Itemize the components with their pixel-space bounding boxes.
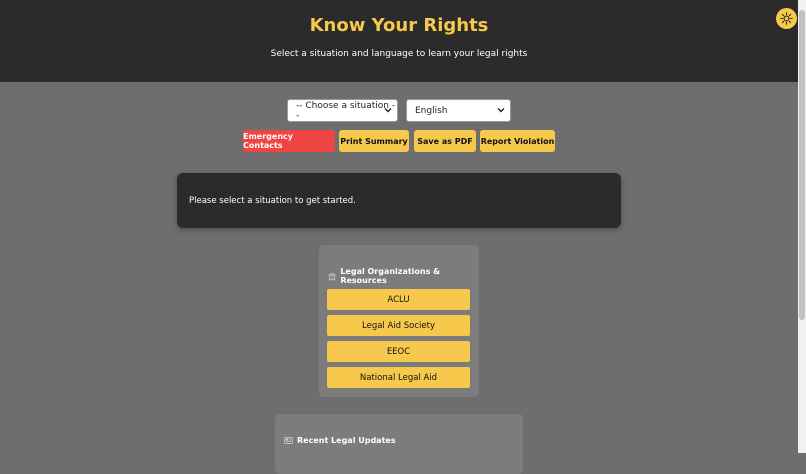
- scrollbar-thumb[interactable]: [799, 10, 805, 320]
- language-select[interactable]: English: [406, 99, 511, 122]
- organizations-heading: Legal Organizations & Resources: [328, 267, 478, 285]
- report-violation-button[interactable]: Report Violation: [480, 130, 555, 152]
- emergency-contacts-button[interactable]: Emergency Contacts: [243, 130, 335, 152]
- updates-heading: Recent Legal Updates: [284, 436, 396, 445]
- legal-updates-panel: Recent Legal Updates: [275, 414, 523, 474]
- page-subtitle: Select a situation and language to learn…: [270, 49, 528, 59]
- page-title: Know Your Rights: [309, 15, 489, 36]
- org-button-aclu[interactable]: ACLU: [327, 289, 470, 310]
- legal-organizations-panel: Legal Organizations & Resources ACLU Leg…: [319, 245, 479, 397]
- org-button-eeoc[interactable]: EEOC: [327, 341, 470, 362]
- save-pdf-button[interactable]: Save as PDF: [414, 130, 476, 152]
- rights-content-panel: Please select a situation to get started…: [177, 173, 621, 228]
- chevron-down-icon: [384, 108, 392, 113]
- newspaper-icon: [284, 437, 293, 444]
- page-header: Know Your Rights Select a situation and …: [0, 0, 798, 82]
- theme-toggle-button[interactable]: [776, 8, 797, 29]
- org-button-legal-aid-society[interactable]: Legal Aid Society: [327, 315, 470, 336]
- language-select-value: English: [415, 105, 448, 116]
- building-icon: [328, 272, 336, 280]
- organizations-title: Legal Organizations & Resources: [340, 267, 441, 285]
- situation-select-value: -- Choose a situation --: [296, 100, 396, 121]
- updates-title: Recent Legal Updates: [297, 436, 396, 445]
- sun-icon: [780, 12, 793, 25]
- vertical-scrollbar[interactable]: [798, 0, 806, 453]
- situation-select[interactable]: -- Choose a situation --: [287, 99, 398, 122]
- chevron-down-icon: [497, 108, 505, 113]
- org-button-national-legal-aid[interactable]: National Legal Aid: [327, 367, 470, 388]
- placeholder-message: Please select a situation to get started…: [189, 196, 356, 206]
- print-summary-button[interactable]: Print Summary: [339, 130, 409, 152]
